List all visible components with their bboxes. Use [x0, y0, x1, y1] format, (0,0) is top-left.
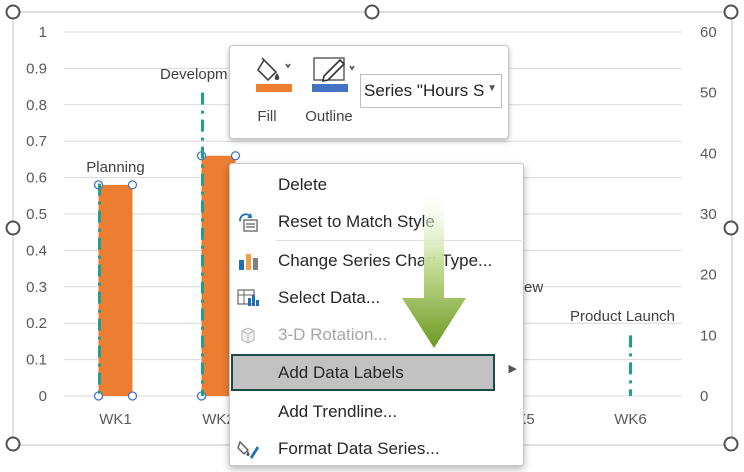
menu-item-delete[interactable]: Delete	[231, 166, 522, 203]
submenu-arrow-icon: ▶	[508, 363, 517, 375]
mini-toolbar: Fill Outline Series "Hours S ▼	[229, 45, 509, 139]
menu-item-label: Add Data Labels	[278, 363, 404, 382]
menu-item-add-data-labels[interactable]: Add Data Labels ▶	[231, 354, 517, 391]
resize-handle[interactable]	[723, 436, 739, 452]
left-axis-tick-label: 0.5	[26, 206, 47, 223]
context-menu: Delete Reset to Match Style Change Serie…	[229, 163, 524, 466]
bar[interactable]	[98, 184, 133, 396]
menu-item-format-data-series[interactable]: Format Data Series...	[231, 430, 522, 467]
menu-item-label: Select Data...	[278, 288, 381, 307]
right-axis-tick-label: 20	[700, 267, 717, 284]
menu-item-label: 3-D Rotation...	[278, 325, 388, 344]
right-axis-tick-label: 0	[700, 388, 708, 405]
selection-handle[interactable]	[127, 391, 138, 401]
left-axis-tick-label: 0.7	[26, 133, 47, 150]
menu-item-select-data[interactable]: Select Data...	[231, 279, 522, 316]
left-axis-tick-label: 0.6	[26, 170, 47, 187]
series-select-value: Series "Hours S	[364, 81, 485, 100]
chart-type-icon	[239, 254, 258, 270]
left-axis-tick-label: 0.9	[26, 60, 47, 77]
left-axis-tick-label: 1	[39, 24, 47, 41]
data-label[interactable]: ew	[524, 279, 543, 296]
menu-item-add-trendline[interactable]: Add Trendline...	[231, 393, 522, 430]
reset-style-icon	[239, 213, 258, 232]
menu-item-label: Add Trendline...	[278, 402, 398, 421]
resize-handle[interactable]	[5, 4, 21, 20]
left-axis-tick-label: 0.2	[26, 315, 47, 332]
left-axis-tick-label: 0	[39, 388, 47, 405]
format-series-icon	[237, 440, 259, 459]
pen-outline-icon	[312, 57, 355, 92]
menu-separator	[276, 240, 522, 241]
outline-label: Outline	[305, 108, 353, 125]
left-axis-tick-label: 0.3	[26, 279, 47, 296]
menu-item-label: Delete	[278, 175, 328, 194]
series-select[interactable]: Series "Hours S ▼	[360, 74, 502, 108]
data-label[interactable]: Developm	[160, 66, 228, 83]
selection-handle[interactable]	[127, 180, 138, 190]
menu-item-label: Format Data Series...	[278, 439, 440, 458]
left-axis-tick-label: 0.1	[26, 352, 47, 369]
left-axis-tick-label: 0.8	[26, 97, 47, 114]
resize-handle[interactable]	[723, 4, 739, 20]
right-axis-tick-label: 60	[700, 24, 717, 41]
paint-bucket-icon	[256, 57, 292, 92]
menu-item-change-series-chart-type[interactable]: Change Series Chart Type...	[231, 242, 522, 279]
resize-handle[interactable]	[723, 220, 739, 236]
down-arrow-icon	[402, 192, 466, 348]
left-axis-tick-label: 0.4	[26, 242, 47, 259]
fill-button[interactable]: Fill	[236, 52, 298, 132]
data-label[interactable]: Product Launch	[570, 308, 675, 325]
x-axis-category-label: WK6	[614, 411, 647, 428]
fill-color-swatch	[256, 84, 292, 92]
right-axis-tick-label: 50	[700, 85, 717, 102]
chevron-down-icon: ▼	[487, 83, 497, 94]
x-axis-category-label: WK1	[99, 411, 132, 428]
outline-button[interactable]: Outline	[298, 52, 360, 132]
right-axis-tick-label: 30	[700, 206, 717, 223]
data-label[interactable]: Planning	[86, 159, 144, 176]
resize-handle[interactable]	[5, 436, 21, 452]
menu-item-3d-rotation: 3-D Rotation...	[231, 316, 522, 353]
right-axis-tick-label: 10	[700, 327, 717, 344]
selection-handle[interactable]	[230, 151, 241, 161]
resize-handle[interactable]	[364, 4, 380, 20]
cube-icon	[241, 327, 255, 344]
outline-color-swatch	[312, 84, 348, 92]
fill-label: Fill	[257, 108, 277, 125]
right-axis-tick-label: 40	[700, 145, 717, 162]
select-data-icon	[237, 289, 259, 306]
resize-handle[interactable]	[5, 220, 21, 236]
menu-item-reset-to-match-style[interactable]: Reset to Match Style	[231, 203, 522, 240]
